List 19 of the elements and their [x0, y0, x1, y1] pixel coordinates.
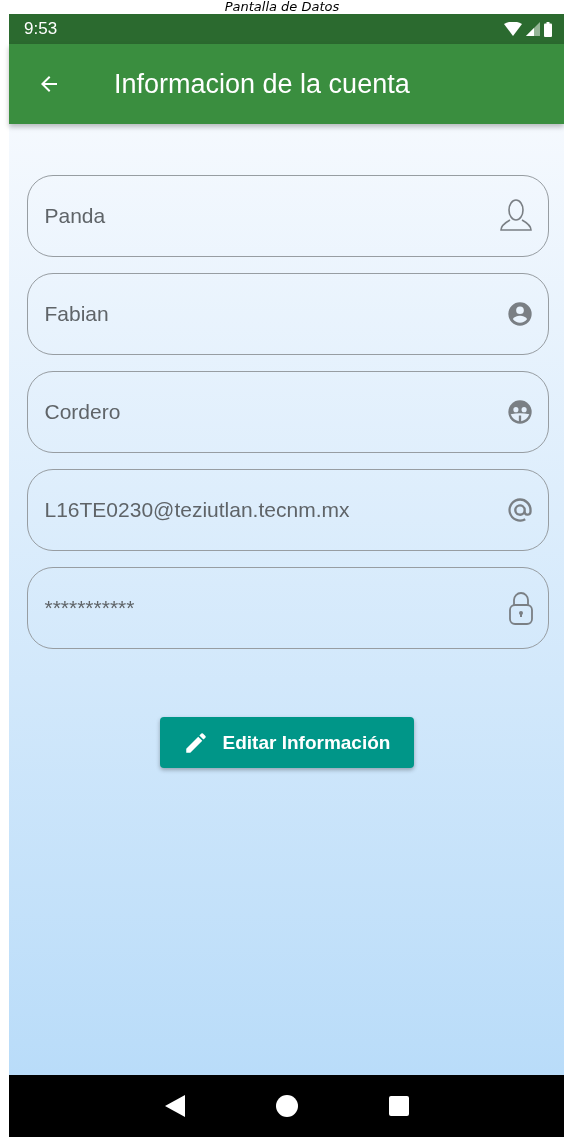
padlock-icon	[507, 590, 534, 626]
face-icon	[505, 398, 534, 426]
recents-square-icon[interactable]	[388, 1096, 409, 1116]
status-time: 9:53	[24, 19, 58, 39]
screen-caption: Pantalla de Datos	[224, 0, 340, 14]
input-field[interactable]: Cordero	[26, 371, 549, 453]
battery-icon	[544, 21, 552, 37]
signal-icon	[526, 22, 540, 36]
input-field[interactable]: ***********	[26, 567, 549, 649]
back-triangle-icon[interactable]	[164, 1095, 185, 1117]
wifi-icon	[504, 22, 522, 36]
input-field[interactable]: L16TE0230@teziutlan.tecnm.mx	[26, 469, 549, 551]
input-field[interactable]: Panda	[26, 175, 549, 257]
home-circle-icon[interactable]	[275, 1095, 298, 1117]
input-field[interactable]: Fabian	[26, 273, 549, 355]
person-outline-icon	[497, 198, 534, 234]
edit-button[interactable]: Editar Información	[159, 717, 414, 768]
screen-title: Informacion de la cuenta	[114, 68, 410, 100]
at-sign-icon	[505, 496, 534, 524]
